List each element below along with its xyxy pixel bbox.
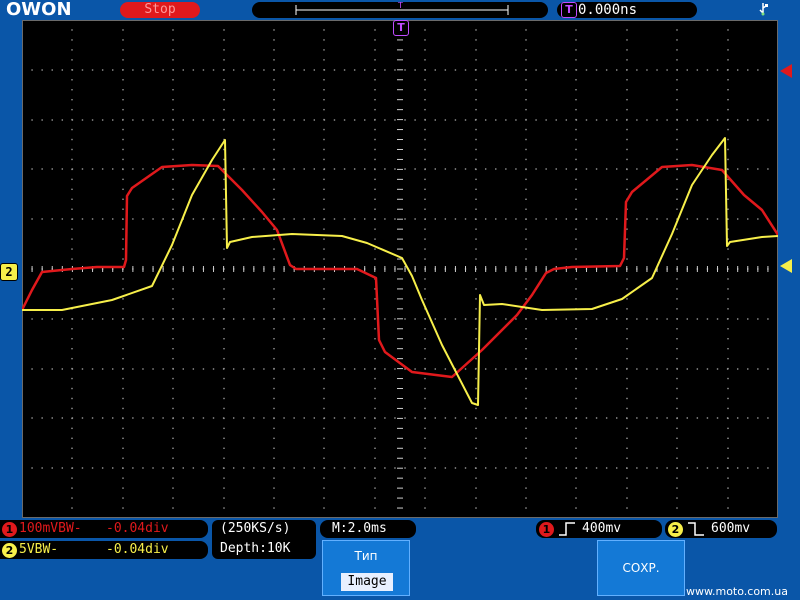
ch1-offset: -0.04div: [106, 521, 169, 536]
ch1-setting: 100mVBW-: [19, 521, 82, 536]
rising-edge-icon: [559, 522, 575, 536]
softkey-save[interactable]: СОХР.: [597, 540, 685, 596]
trigger-position-icon: T: [561, 2, 577, 18]
ch2-ground-marker[interactable]: 2: [0, 263, 18, 281]
top-bar: OWON Stop T T 0.000ns: [0, 0, 800, 20]
run-stop-status[interactable]: Stop: [120, 2, 200, 18]
ch2-status[interactable]: 2 5VBW- -0.04div: [0, 541, 208, 559]
ch1-trigger-level: 400mv: [582, 521, 622, 536]
usb-icon: [759, 3, 768, 16]
ch2-setting: 5VBW-: [19, 542, 59, 557]
watermark: www.moto.com.ua: [686, 585, 788, 598]
acquisition-info: (250KS/s) Depth:10K: [212, 520, 316, 559]
falling-edge-icon: [688, 522, 704, 536]
trigger-position-readout: T 0.000ns: [557, 2, 697, 18]
softkey-type[interactable]: Тип Image: [322, 540, 410, 596]
ch1-waveform: [22, 163, 778, 379]
trigger-time-marker-icon[interactable]: T: [393, 20, 409, 36]
timebase-value: M:2.0ms: [332, 521, 387, 536]
ch1-trigger-level-marker-icon[interactable]: [780, 64, 792, 78]
ch2-trigger-badge: 2: [668, 522, 683, 537]
waveform-display: T: [22, 20, 778, 518]
trigger-position-value: 0.000ns: [578, 2, 638, 18]
brand-logo: OWON: [6, 0, 72, 20]
waveforms: [22, 137, 778, 406]
ch1-status[interactable]: 1 100mVBW- -0.04div: [0, 520, 208, 538]
ch2-offset: -0.04div: [106, 542, 169, 557]
ch1-trigger-status[interactable]: 1 400mv: [536, 520, 662, 538]
softkey-type-title: Тип: [354, 549, 378, 563]
ch2-badge: 2: [2, 543, 17, 558]
ch2-trigger-level-marker-icon[interactable]: [780, 259, 792, 273]
sample-rate: (250KS/s): [220, 521, 291, 536]
memory-depth: Depth:10K: [220, 541, 291, 556]
softkey-save-title: СОХР.: [622, 561, 660, 575]
svg-text:T: T: [397, 2, 403, 10]
timebase-status[interactable]: M:2.0ms: [320, 520, 416, 538]
ch2-waveform: [22, 137, 778, 406]
ch2-trigger-level: 600mv: [711, 521, 751, 536]
ch1-trigger-badge: 1: [539, 522, 554, 537]
softkey-type-value: Image: [341, 573, 393, 591]
ch2-trigger-status[interactable]: 2 600mv: [665, 520, 777, 538]
ch1-badge: 1: [2, 522, 17, 537]
memory-position-bar: T: [252, 1, 548, 18]
memory-window-indicator: T: [295, 1, 509, 15]
